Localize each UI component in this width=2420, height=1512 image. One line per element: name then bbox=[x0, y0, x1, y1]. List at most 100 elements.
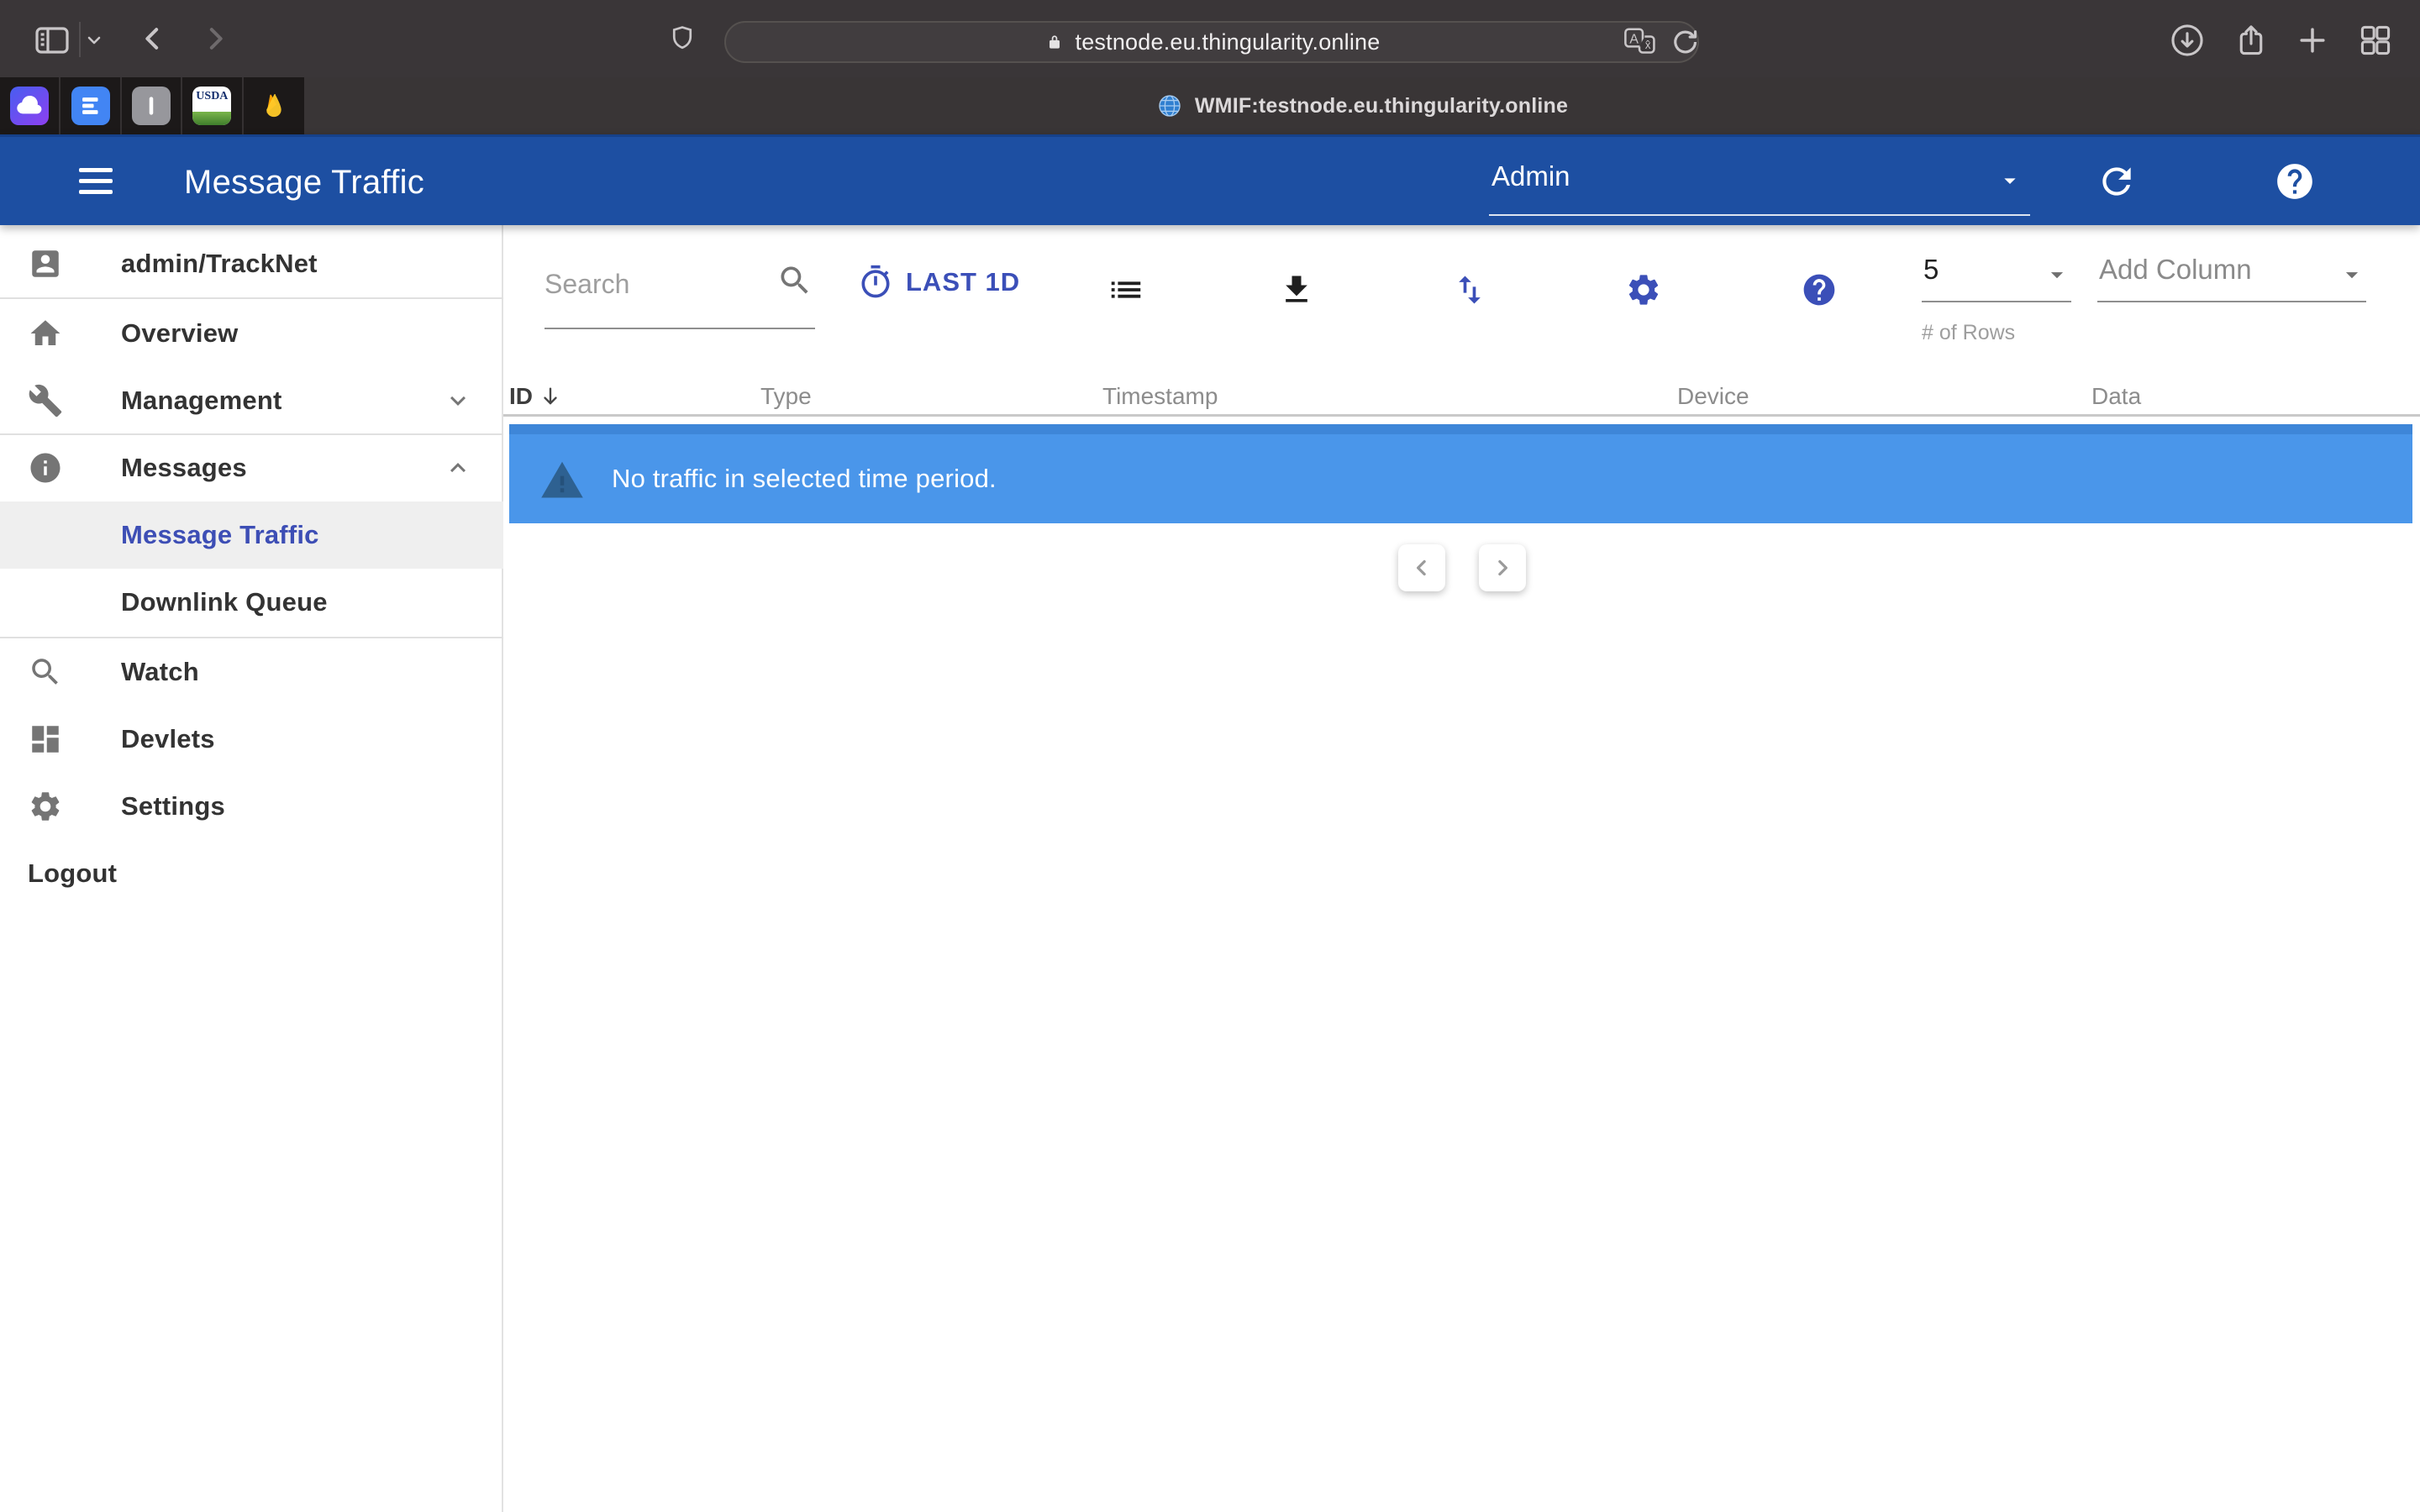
column-header-timestamp[interactable]: Timestamp bbox=[1102, 380, 1218, 413]
svg-text:A: A bbox=[1629, 32, 1639, 46]
rows-per-page-value: 5 bbox=[1923, 254, 1939, 286]
translate-icon[interactable]: A x̂ bbox=[1622, 25, 1657, 57]
info-icon bbox=[28, 450, 63, 486]
dropdown-arrow-icon bbox=[2338, 260, 2366, 289]
sidebar: admin/TrackNet Overview Management Messa… bbox=[0, 225, 503, 1512]
chevron-down-icon bbox=[443, 386, 473, 416]
column-header-data[interactable]: Data bbox=[2091, 380, 2141, 413]
download-button[interactable] bbox=[1278, 271, 1315, 308]
sidebar-item-messages[interactable]: Messages bbox=[0, 434, 503, 501]
logout-button[interactable]: Logout bbox=[0, 840, 503, 907]
sidebar-item-label: admin/TrackNet bbox=[121, 249, 318, 279]
time-range-button[interactable]: LAST 1D bbox=[857, 257, 1020, 307]
sidebar-item-account[interactable]: admin/TrackNet bbox=[0, 230, 503, 297]
pillar-icon bbox=[132, 87, 171, 125]
app-header: Message Traffic Admin bbox=[0, 134, 2420, 225]
url-text: testnode.eu.thingularity.online bbox=[1076, 29, 1381, 55]
url-bar[interactable]: testnode.eu.thingularity.online bbox=[724, 21, 1699, 63]
header-help-button[interactable] bbox=[2274, 160, 2316, 202]
next-page-button[interactable] bbox=[1479, 544, 1526, 591]
sidebar-item-label: Messages bbox=[121, 453, 247, 483]
reload-icon[interactable] bbox=[1669, 26, 1701, 58]
pinned-tab-5[interactable] bbox=[244, 77, 304, 134]
account-dropdown-arrow-icon bbox=[1996, 167, 2023, 194]
tab-overview-button[interactable] bbox=[2357, 22, 2394, 59]
rows-per-page-label: # of Rows bbox=[1922, 321, 2015, 345]
table-help-button[interactable] bbox=[1801, 271, 1838, 308]
screen: testnode.eu.thingularity.online A x̂ bbox=[0, 0, 2420, 1512]
sidebar-item-devlets[interactable]: Devlets bbox=[0, 706, 503, 773]
sidebar-item-watch[interactable]: Watch bbox=[0, 638, 503, 706]
alert-message: No traffic in selected time period. bbox=[612, 464, 997, 494]
tab-title: WMIF:testnode.eu.thingularity.online bbox=[1195, 94, 1568, 118]
pinned-tabs: USDA bbox=[0, 77, 304, 134]
account-badge-icon bbox=[28, 246, 63, 281]
cloud-app-icon bbox=[10, 87, 49, 125]
sort-button[interactable] bbox=[1451, 271, 1488, 308]
globe-favicon bbox=[1156, 92, 1183, 119]
column-header-id[interactable]: ID bbox=[509, 380, 563, 413]
document-list-icon bbox=[71, 87, 110, 125]
dashboard-icon bbox=[28, 722, 63, 757]
search-field bbox=[544, 260, 815, 331]
sidebar-item-label: Management bbox=[121, 386, 281, 416]
chevron-up-icon bbox=[443, 453, 473, 483]
sort-desc-arrow-icon bbox=[538, 384, 563, 409]
sidebar-item-downlink-queue[interactable]: Downlink Queue bbox=[0, 569, 503, 636]
search-icon[interactable] bbox=[776, 262, 813, 299]
time-range-label: LAST 1D bbox=[906, 267, 1020, 297]
back-button[interactable] bbox=[136, 22, 170, 55]
pinned-tab-1[interactable] bbox=[0, 77, 60, 134]
previous-page-button[interactable] bbox=[1398, 544, 1445, 591]
page-title: Message Traffic bbox=[184, 137, 424, 228]
pinned-tab-3[interactable] bbox=[122, 77, 182, 134]
pinned-tab-2[interactable] bbox=[60, 77, 121, 134]
account-select-value: Admin bbox=[1491, 160, 1570, 192]
lock-icon bbox=[1044, 31, 1065, 53]
rows-per-page-select[interactable]: 5 bbox=[1922, 249, 2071, 302]
wrench-icon bbox=[28, 383, 63, 418]
table-header-rule bbox=[503, 414, 2420, 417]
add-column-label: Add Column bbox=[2099, 254, 2252, 286]
column-header-type[interactable]: Type bbox=[760, 380, 812, 413]
usda-icon: USDA bbox=[192, 87, 231, 125]
settings-button[interactable] bbox=[1625, 271, 1662, 308]
browser-toolbar: testnode.eu.thingularity.online A x̂ bbox=[0, 0, 2420, 77]
stopwatch-icon bbox=[857, 264, 894, 301]
sidebar-menu-chevron-icon[interactable] bbox=[84, 30, 104, 50]
sidebar-item-label: Downlink Queue bbox=[121, 587, 328, 617]
active-tab[interactable]: WMIF:testnode.eu.thingularity.online bbox=[304, 77, 2420, 134]
firebase-icon bbox=[255, 87, 293, 125]
add-column-select[interactable]: Add Column bbox=[2097, 249, 2366, 302]
sidebar-item-label: Overview bbox=[121, 318, 238, 349]
sidebar-toggle-icon[interactable] bbox=[32, 20, 72, 60]
list-view-button[interactable] bbox=[1107, 270, 1145, 309]
column-header-device[interactable]: Device bbox=[1677, 380, 1749, 413]
pinned-tab-4[interactable]: USDA bbox=[182, 77, 243, 134]
no-traffic-alert: No traffic in selected time period. bbox=[509, 424, 2412, 523]
downloads-button[interactable] bbox=[2169, 22, 2206, 59]
warning-icon bbox=[539, 458, 585, 500]
share-button[interactable] bbox=[2233, 22, 2270, 59]
sidebar-item-label: Settings bbox=[121, 791, 225, 822]
home-icon bbox=[28, 316, 63, 351]
toolbar-separator bbox=[79, 22, 81, 57]
new-tab-button[interactable] bbox=[2294, 22, 2331, 59]
sidebar-item-overview[interactable]: Overview bbox=[0, 300, 503, 367]
dropdown-arrow-icon bbox=[2043, 260, 2071, 289]
sidebar-item-message-traffic[interactable]: Message Traffic bbox=[0, 501, 503, 569]
privacy-shield-icon[interactable] bbox=[667, 24, 697, 54]
sidebar-item-settings[interactable]: Settings bbox=[0, 773, 503, 840]
sidebar-item-management[interactable]: Management bbox=[0, 367, 503, 434]
menu-hamburger-icon[interactable] bbox=[79, 168, 113, 194]
search-input[interactable] bbox=[544, 269, 776, 300]
sidebar-item-label: Watch bbox=[121, 657, 199, 687]
search-icon bbox=[28, 654, 63, 690]
refresh-button[interactable] bbox=[2096, 160, 2138, 202]
account-select[interactable]: Admin bbox=[1489, 145, 2030, 218]
forward-button[interactable] bbox=[198, 22, 232, 55]
svg-text:x̂: x̂ bbox=[1645, 39, 1651, 51]
logout-label: Logout bbox=[28, 858, 117, 889]
sidebar-item-label: Devlets bbox=[121, 724, 215, 754]
sidebar-item-label: Message Traffic bbox=[121, 520, 319, 550]
